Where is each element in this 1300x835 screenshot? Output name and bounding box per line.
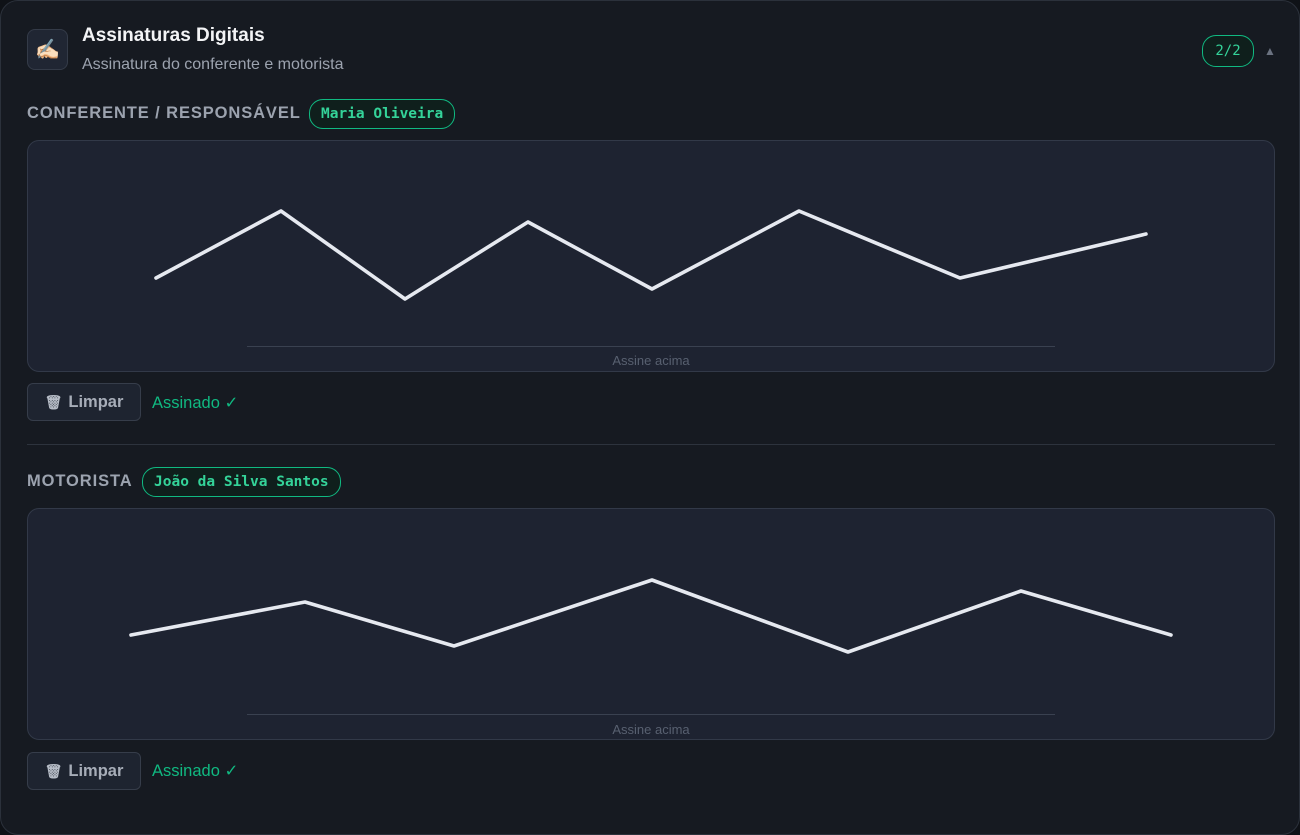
section-divider: [27, 444, 1275, 445]
motorista-clear-label: Limpar: [68, 761, 124, 780]
motorista-signature-canvas: [129, 578, 1173, 654]
motorista-name-badge: João da Silva Santos: [142, 467, 341, 497]
conferente-clear-button[interactable]: 🗑 Limpar: [27, 383, 141, 421]
conferente-status: Assinado ✓: [152, 394, 239, 412]
writing-hand-icon: ✍🏻: [27, 29, 68, 70]
motorista-signature-stroke: [129, 578, 1173, 654]
motorista-label: MOTORISTA: [27, 472, 133, 490]
conferente-signature-canvas: [154, 209, 1148, 301]
card-title: Assinaturas Digitais: [82, 25, 265, 46]
conferente-clear-label: Limpar: [68, 392, 124, 411]
conferente-signature-pad[interactable]: Assine acima: [27, 140, 1275, 372]
trash-icon: 🗑: [44, 762, 63, 779]
writing-hand-glyph: ✍🏻: [35, 39, 60, 61]
signatures-card: ✍🏻 Assinaturas Digitais Assinatura do co…: [0, 0, 1300, 835]
signature-counter-badge: 2/2: [1202, 35, 1254, 67]
motorista-signature-baseline: [247, 714, 1055, 715]
conferente-signature-hint: Assine acima: [612, 353, 690, 368]
conferente-label: CONFERENTE / RESPONSÁVEL: [27, 104, 301, 122]
motorista-clear-button[interactable]: 🗑 Limpar: [27, 752, 141, 790]
motorista-status: Assinado ✓: [152, 762, 239, 780]
conferente-signature-stroke: [154, 209, 1148, 301]
motorista-signature-pad[interactable]: Assine acima: [27, 508, 1275, 740]
trash-icon: 🗑: [44, 393, 63, 410]
motorista-signature-hint: Assine acima: [612, 722, 690, 737]
collapse-icon[interactable]: ▲: [1263, 41, 1277, 61]
conferente-name-badge: Maria Oliveira: [309, 99, 456, 129]
conferente-signature-baseline: [247, 346, 1055, 347]
card-subtitle: Assinatura do conferente e motorista: [82, 56, 344, 73]
